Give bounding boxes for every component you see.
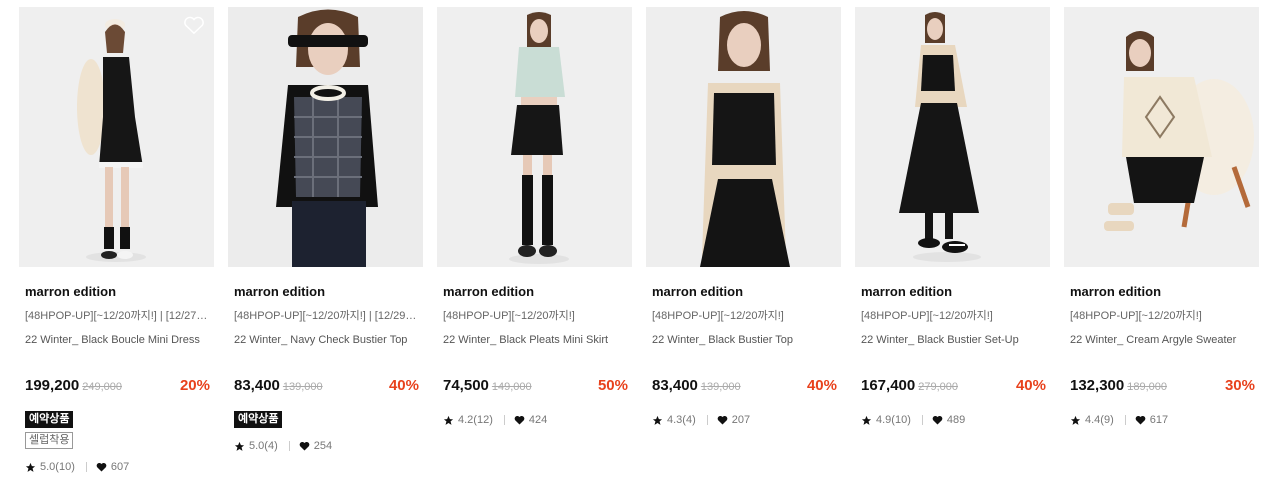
product-grid: marron edition [48HPOP-UP][~12/20까지!] | …: [19, 7, 1259, 474]
rating-value: 4.3(4): [667, 414, 696, 426]
like-count: 489: [946, 414, 966, 426]
rating-value: 4.2(12): [458, 414, 493, 426]
discount-rate: 20%: [179, 377, 210, 394]
like-count: 207: [731, 414, 751, 426]
original-price: 279,000: [918, 381, 958, 393]
review-meta: 4.9(10) 489: [855, 413, 1050, 427]
divider: [288, 441, 290, 451]
heart-icon: [1135, 415, 1146, 425]
preorder-badge: 예약상품: [234, 411, 283, 428]
preorder-badge: 예약상품: [25, 411, 74, 428]
sale-price: 83,400: [652, 377, 698, 394]
sale-price: 83,400: [234, 377, 280, 394]
product-image[interactable]: [855, 7, 1050, 267]
promo-text: [48HPOP-UP][~12/20까지!]: [861, 310, 993, 322]
discount-rate: 50%: [597, 377, 628, 394]
celeb-badge: 셀럽착용: [25, 432, 74, 449]
product-name[interactable]: 22 Winter_ Black Pleats Mini Skirt: [437, 333, 632, 363]
original-price: 139,000: [282, 381, 323, 393]
price-row: 199,200 249,000 20%: [19, 377, 214, 397]
review-meta: 5.0(10) 607: [19, 460, 214, 474]
price-row: 83,400 139,000 40%: [646, 377, 841, 397]
product-card[interactable]: marron edition [48HPOP-UP][~12/20까지!] | …: [228, 7, 423, 474]
brand-name[interactable]: marron edition: [437, 284, 632, 300]
rating-value: 5.0(10): [40, 461, 75, 473]
like-count: 617: [1149, 414, 1169, 426]
badge-group: 예약상품 셀럽착용: [19, 409, 214, 449]
discount-rate: 30%: [1224, 377, 1255, 394]
heart-icon: [932, 415, 943, 425]
product-image[interactable]: [228, 7, 423, 267]
original-price: 249,000: [82, 381, 122, 393]
promo-text: [48HPOP-UP][~12/20까지!]: [443, 310, 575, 322]
promo-text: [48HPOP-UP][~12/20까지!]: [1070, 310, 1202, 322]
product-image[interactable]: [19, 7, 214, 267]
star-icon: [861, 415, 872, 425]
product-name[interactable]: 22 Winter_ Navy Check Bustier Top: [228, 333, 423, 363]
divider: [706, 415, 708, 425]
star-icon: [1070, 415, 1081, 425]
product-card[interactable]: marron edition [48HPOP-UP][~12/20까지!] 22…: [855, 7, 1050, 474]
review-meta: 4.2(12) 424: [437, 413, 632, 427]
discount-rate: 40%: [1015, 377, 1046, 394]
wishlist-heart-icon[interactable]: [183, 15, 205, 35]
heart-icon: [717, 415, 728, 425]
rating-value: 4.4(9): [1085, 414, 1114, 426]
like-count: 607: [110, 461, 130, 473]
brand-name[interactable]: marron edition: [1064, 284, 1259, 300]
divider: [921, 415, 923, 425]
brand-name[interactable]: marron edition: [646, 284, 841, 300]
divider: [503, 415, 505, 425]
discount-rate: 40%: [806, 377, 837, 394]
product-image[interactable]: [1064, 7, 1259, 267]
brand-name[interactable]: marron edition: [855, 284, 1050, 300]
sale-price: 199,200: [25, 377, 80, 394]
star-icon: [234, 441, 245, 451]
star-icon: [652, 415, 663, 425]
price-row: 83,400 139,000 40%: [228, 377, 423, 397]
original-price: 139,000: [700, 381, 741, 393]
product-card[interactable]: marron edition [48HPOP-UP][~12/20까지!] 22…: [1064, 7, 1259, 474]
brand-name[interactable]: marron edition: [19, 284, 214, 300]
review-meta: 5.0(4) 254: [228, 439, 423, 453]
product-name[interactable]: 22 Winter_ Black Bustier Set-Up: [855, 333, 1050, 363]
product-name[interactable]: 22 Winter_ Black Boucle Mini Dress: [19, 333, 214, 363]
sale-price: 167,400: [861, 377, 916, 394]
price-row: 132,300 189,000 30%: [1064, 377, 1259, 397]
heart-icon: [299, 441, 310, 451]
price-row: 74,500 149,000 50%: [437, 377, 632, 397]
original-price: 149,000: [491, 381, 532, 393]
price-row: 167,400 279,000 40%: [855, 377, 1050, 397]
original-price: 189,000: [1127, 381, 1167, 393]
sale-price: 74,500: [443, 377, 489, 394]
like-count: 254: [313, 440, 333, 452]
badge-group: 예약상품: [228, 409, 423, 428]
promo-text: [48HPOP-UP][~12/20까지!] | [12/29 순차출고]: [234, 310, 418, 322]
rating-value: 4.9(10): [876, 414, 911, 426]
star-icon: [25, 462, 36, 472]
divider: [85, 462, 87, 472]
like-count: 424: [528, 414, 548, 426]
divider: [1124, 415, 1126, 425]
product-image[interactable]: [646, 7, 841, 267]
promo-text: [48HPOP-UP][~12/20까지!] | [12/27 순차출고]: [25, 310, 209, 322]
brand-name[interactable]: marron edition: [228, 284, 423, 300]
review-meta: 4.3(4) 207: [646, 413, 841, 427]
product-name[interactable]: 22 Winter_ Cream Argyle Sweater: [1064, 333, 1259, 363]
sale-price: 132,300: [1070, 377, 1125, 394]
product-image[interactable]: [437, 7, 632, 267]
heart-icon: [96, 462, 107, 472]
product-card[interactable]: marron edition [48HPOP-UP][~12/20까지!] | …: [19, 7, 214, 474]
product-card[interactable]: marron edition [48HPOP-UP][~12/20까지!] 22…: [646, 7, 841, 474]
rating-value: 5.0(4): [249, 440, 278, 452]
review-meta: 4.4(9) 617: [1064, 413, 1259, 427]
product-card[interactable]: marron edition [48HPOP-UP][~12/20까지!] 22…: [437, 7, 632, 474]
product-name[interactable]: 22 Winter_ Black Bustier Top: [646, 333, 841, 363]
discount-rate: 40%: [388, 377, 419, 394]
promo-text: [48HPOP-UP][~12/20까지!]: [652, 310, 784, 322]
heart-icon: [514, 415, 525, 425]
star-icon: [443, 415, 454, 425]
